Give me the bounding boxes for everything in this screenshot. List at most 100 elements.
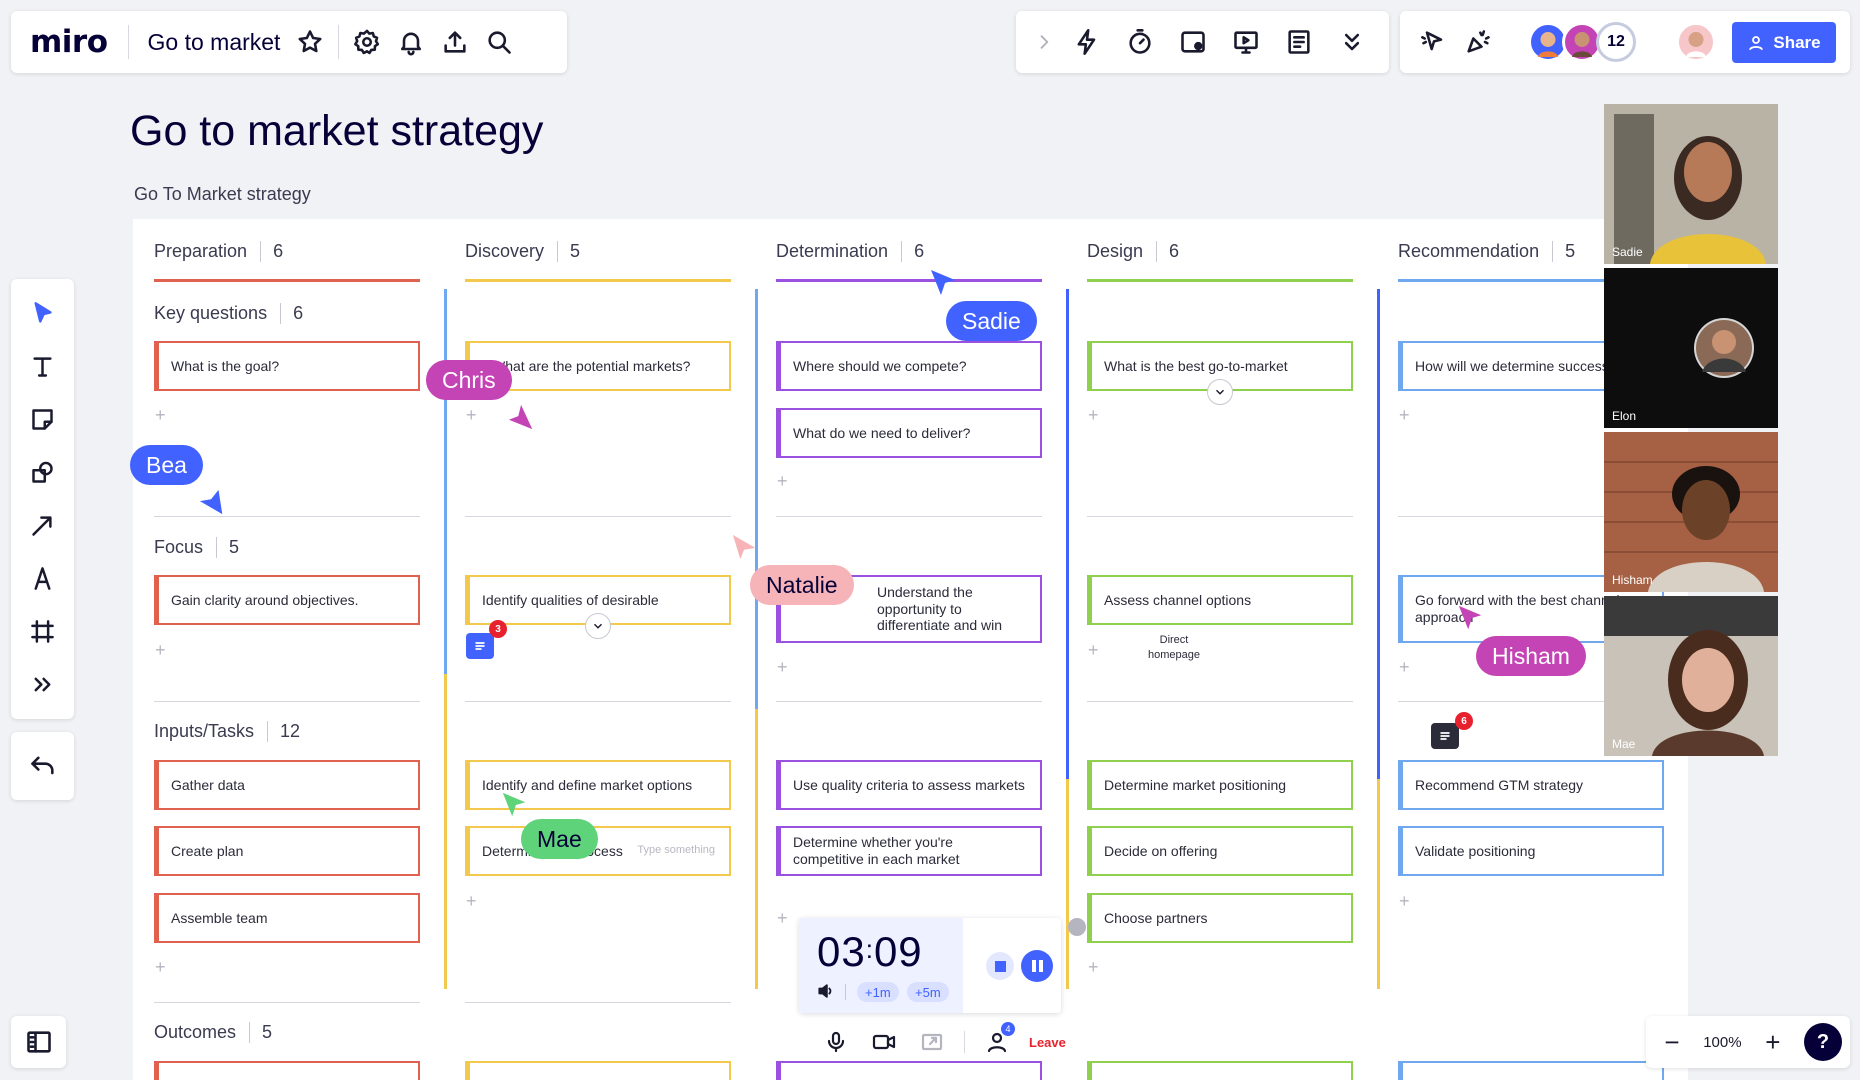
add-card-button[interactable]: + xyxy=(155,640,166,661)
video-tile-hisham[interactable]: Hisham xyxy=(1604,432,1778,592)
comment-icon[interactable] xyxy=(466,633,494,659)
add-card-button[interactable]: + xyxy=(1088,405,1099,426)
card[interactable]: Recommend GTM strategy xyxy=(1398,760,1664,810)
add-card-button[interactable]: + xyxy=(777,657,788,678)
volume-icon[interactable] xyxy=(813,978,839,1004)
add-card-button[interactable]: + xyxy=(777,908,788,929)
bell-icon[interactable] xyxy=(389,20,433,64)
screen-share-icon[interactable] xyxy=(916,1026,948,1058)
star-icon[interactable] xyxy=(288,20,332,64)
card[interactable] xyxy=(154,1061,420,1080)
card[interactable]: Assemble team xyxy=(154,893,420,943)
comment-icon[interactable] xyxy=(1431,723,1459,749)
column-header: Recommendation 5 xyxy=(1398,241,1575,262)
add-card-button[interactable]: + xyxy=(466,891,477,912)
card[interactable]: What is the goal? xyxy=(154,341,420,391)
timer-display: 03:09 +1m +5m xyxy=(799,918,963,1013)
connector-arrow-icon[interactable] xyxy=(21,503,65,547)
card[interactable]: Determine market positioning xyxy=(1087,760,1353,810)
more-chevron-down-icon[interactable] xyxy=(1330,20,1374,64)
video-tile-mae[interactable]: Mae xyxy=(1604,596,1778,756)
card[interactable]: Use quality criteria to assess markets xyxy=(776,760,1042,810)
select-pointer-icon[interactable] xyxy=(21,291,65,335)
collaborator-count[interactable]: 12 xyxy=(1596,22,1636,62)
timer-icon[interactable] xyxy=(1118,20,1162,64)
zoom-level[interactable]: 100% xyxy=(1703,1034,1741,1051)
card[interactable]: Gather data xyxy=(154,760,420,810)
frame-icon[interactable] xyxy=(21,609,65,653)
pause-button[interactable] xyxy=(1021,950,1053,982)
add-one-minute-button[interactable]: +1m xyxy=(857,982,899,1002)
notes-icon[interactable] xyxy=(1277,20,1321,64)
upload-icon[interactable] xyxy=(433,20,477,64)
row-header: Outcomes 5 xyxy=(154,1022,272,1043)
row-divider xyxy=(465,516,731,517)
search-icon[interactable] xyxy=(477,20,521,64)
add-card-button[interactable]: + xyxy=(1088,957,1099,978)
card[interactable]: Where should we compete? xyxy=(776,341,1042,391)
add-card-button[interactable]: + xyxy=(1399,891,1410,912)
card[interactable]: Choose partners xyxy=(1087,893,1353,943)
add-card-button[interactable]: + xyxy=(155,957,166,978)
text-tool-icon[interactable] xyxy=(21,344,65,388)
add-card-button[interactable]: + xyxy=(1399,405,1410,426)
row-title: Inputs/Tasks xyxy=(154,721,255,741)
lightning-icon[interactable] xyxy=(1065,20,1109,64)
board-toolbar: miro Go to market xyxy=(11,11,567,73)
expand-chevron[interactable] xyxy=(1207,379,1233,405)
card[interactable] xyxy=(1398,1061,1664,1080)
add-card-button[interactable]: + xyxy=(777,471,788,492)
avatar-current-user[interactable] xyxy=(1676,22,1716,62)
cursor-select-icon[interactable] xyxy=(1412,20,1456,64)
expand-chevron[interactable] xyxy=(585,613,611,639)
video-tile-elon[interactable]: Elon xyxy=(1604,268,1778,428)
stop-button[interactable] xyxy=(986,952,1014,980)
more-tools-icon[interactable] xyxy=(21,662,65,706)
zoom-out-button[interactable]: − xyxy=(1660,1027,1684,1058)
presentation-icon[interactable] xyxy=(1224,20,1268,64)
card[interactable]: Assess channel options xyxy=(1087,575,1353,625)
undo-icon[interactable] xyxy=(21,744,65,788)
add-five-minutes-button[interactable]: +5m xyxy=(907,982,949,1002)
card[interactable] xyxy=(465,1061,731,1080)
column-divider xyxy=(776,279,1042,282)
card[interactable]: Determine whether you're competitive in … xyxy=(776,826,1042,876)
share-button[interactable]: Share xyxy=(1732,22,1836,63)
column-header: Design 6 xyxy=(1087,241,1179,262)
microphone-icon[interactable] xyxy=(820,1026,852,1058)
shapes-icon[interactable] xyxy=(21,450,65,494)
participants-badge: 4 xyxy=(1001,1022,1015,1036)
column-rail xyxy=(755,289,758,989)
camera-icon[interactable] xyxy=(868,1026,900,1058)
card[interactable]: Gain clarity around objectives. xyxy=(154,575,420,625)
add-card-button[interactable]: + xyxy=(466,405,477,426)
card[interactable]: Create plan xyxy=(154,826,420,876)
card[interactable]: What do we need to deliver? xyxy=(776,408,1042,458)
collapse-handle[interactable] xyxy=(1068,918,1086,936)
add-card-button[interactable]: + xyxy=(1088,640,1099,661)
pen-icon[interactable] xyxy=(21,556,65,600)
help-button[interactable]: ? xyxy=(1803,1023,1842,1061)
sidebar-layout-icon[interactable] xyxy=(17,1020,61,1064)
leave-button[interactable]: Leave xyxy=(1029,1035,1066,1050)
zoom-in-button[interactable]: + xyxy=(1761,1027,1785,1058)
card[interactable] xyxy=(776,1061,1042,1080)
celebrate-icon[interactable] xyxy=(1456,20,1500,64)
card[interactable]: Decide on offering xyxy=(1087,826,1353,876)
row-divider xyxy=(1087,516,1353,517)
add-card-button[interactable]: + xyxy=(1399,657,1410,678)
add-card-button[interactable]: + xyxy=(155,405,166,426)
card[interactable] xyxy=(1087,1061,1353,1080)
participants-icon[interactable]: 4 xyxy=(981,1022,1015,1058)
settings-gear-icon[interactable] xyxy=(345,20,389,64)
sticky-note-text[interactable]: Direct homepage xyxy=(1144,633,1204,664)
card-view-icon[interactable] xyxy=(1171,20,1215,64)
card[interactable]: Determine the processType something xyxy=(465,826,731,876)
sticky-note-icon[interactable] xyxy=(21,397,65,441)
video-tile-sadie[interactable]: Sadie xyxy=(1604,104,1778,264)
board-name[interactable]: Go to market xyxy=(129,29,289,56)
card[interactable]: Validate positioning xyxy=(1398,826,1664,876)
row-count: 5 xyxy=(249,1022,272,1043)
chevron-right-icon[interactable] xyxy=(1032,20,1056,64)
miro-logo[interactable]: miro xyxy=(11,24,128,60)
